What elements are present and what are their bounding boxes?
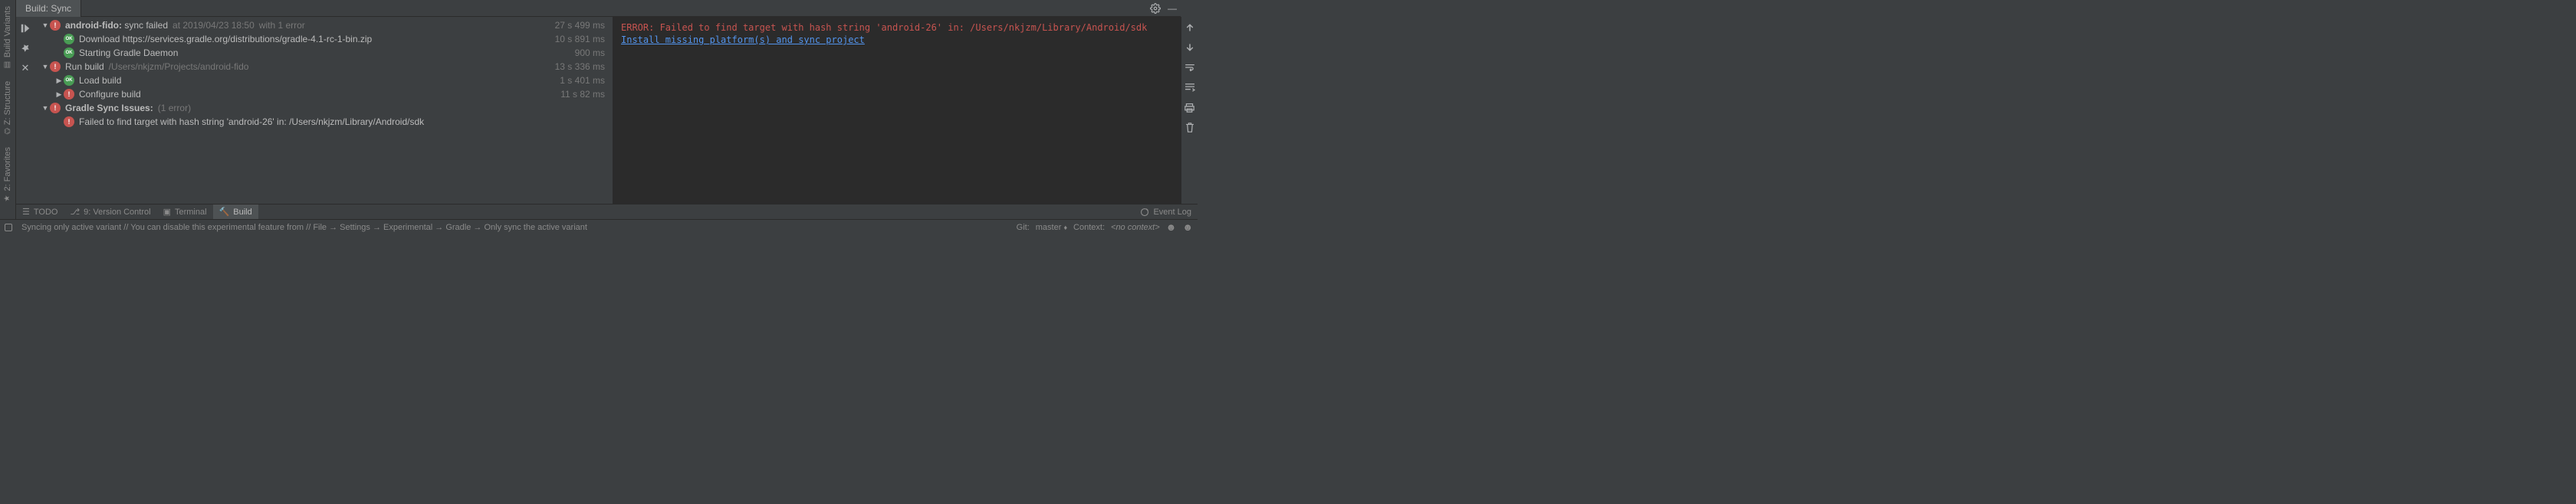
tab-label: Build: [233, 208, 251, 217]
build-variants-icon: ▤: [4, 61, 12, 69]
chevron-right-icon[interactable]: ▶: [54, 77, 64, 85]
ide-face-icon[interactable]: ☻: [1166, 221, 1177, 233]
tree-row[interactable]: ▼! Run build/Users/nkjzm/Projects/android…: [34, 60, 613, 74]
error-icon: !: [64, 116, 74, 127]
bottom-tab-build[interactable]: 🔨Build: [213, 205, 258, 220]
tree-label: Failed to find target with hash string '…: [79, 116, 424, 127]
bottom-tab-terminal[interactable]: ▣ Terminal: [157, 205, 213, 220]
lock-icon[interactable]: [5, 224, 12, 231]
tree-row[interactable]: OK Starting Gradle Daemon 900 ms: [34, 46, 613, 60]
context-value[interactable]: <no context>: [1111, 223, 1160, 232]
tree-label: Configure build: [79, 89, 141, 100]
pin-icon[interactable]: [18, 41, 32, 55]
tree-row[interactable]: ▶OK Load build 1 s 401 ms: [34, 74, 613, 87]
console-toolbar: [1181, 17, 1198, 204]
tree-label: Gradle Sync Issues:: [65, 103, 153, 113]
tree-row[interactable]: ! Failed to find target with hash string …: [34, 115, 613, 129]
tree-label: Starting Gradle Daemon: [79, 47, 178, 58]
build-console: ERROR: Failed to find target with hash s…: [613, 17, 1181, 204]
tab-label: TODO: [34, 208, 58, 217]
scroll-down-icon[interactable]: [1184, 41, 1196, 54]
tree-label: Download https://services.gradle.org/dis…: [79, 34, 372, 44]
event-log-icon: [1140, 208, 1149, 217]
success-icon: OK: [64, 47, 74, 58]
tab-icon: ⎇: [70, 207, 80, 217]
scroll-to-end-icon[interactable]: [1184, 81, 1196, 93]
tree-duration: 11 s 82 ms: [560, 89, 605, 100]
sidebar-tab-structure[interactable]: ⌬Z: Structure: [2, 75, 14, 141]
tree-sub: at 2019/04/23 18:50: [172, 20, 255, 31]
event-log-tab[interactable]: Event Log: [1134, 205, 1198, 220]
tree-sub: with 1 error: [259, 20, 305, 31]
bottom-tabs: ☰TODO⎇9: Version Control▣Terminal🔨Build …: [16, 204, 1198, 219]
tree-row[interactable]: ▼! android-fido: sync failed at 2019/04/23…: [34, 18, 613, 32]
tree-duration: 13 s 336 ms: [555, 61, 605, 72]
console-error-line: ERROR: Failed to find target with hash s…: [621, 21, 1173, 34]
minimize-icon[interactable]: —: [1164, 3, 1181, 14]
tree-row[interactable]: ▶! Configure build 11 s 82 ms: [34, 87, 613, 101]
tree-label: Run build: [65, 61, 104, 72]
success-icon: OK: [64, 75, 74, 86]
error-icon: !: [50, 103, 61, 113]
structure-icon: ⌬: [5, 127, 12, 136]
status-message: Syncing only active variant // You can d…: [21, 223, 587, 232]
tree-duration: 1 s 401 ms: [560, 75, 605, 86]
git-branch[interactable]: master ♦: [1036, 223, 1067, 232]
sidebar-tab-build-variants[interactable]: ▤Build Variants: [2, 0, 14, 75]
print-icon[interactable]: [1184, 101, 1196, 113]
error-icon: !: [64, 89, 74, 100]
memory-face-icon[interactable]: ☻: [1182, 221, 1193, 233]
tree-duration: 900 ms: [575, 47, 605, 58]
success-icon: OK: [64, 34, 74, 44]
status-bar: Syncing only active variant // You can d…: [0, 219, 1198, 234]
tab-icon: ▣: [163, 207, 171, 217]
panel-tabbar: Build: Sync —: [16, 0, 1181, 17]
chevron-down-icon[interactable]: ▼: [41, 63, 50, 70]
tab-label: Terminal: [175, 208, 207, 217]
chevron-right-icon[interactable]: ▶: [54, 90, 64, 99]
scroll-up-icon[interactable]: [1184, 21, 1196, 34]
soft-wrap-icon[interactable]: [1184, 61, 1196, 74]
error-icon: !: [50, 61, 61, 72]
context-label: Context:: [1073, 223, 1105, 232]
chevron-down-icon[interactable]: ▼: [41, 104, 50, 112]
tab-build-sync[interactable]: Build: Sync: [16, 0, 81, 17]
tab-icon: ☰: [22, 207, 30, 217]
build-tree: ▼! android-fido: sync failed at 2019/04/23…: [34, 17, 613, 204]
tree-sub: /Users/nkjzm/Projects/android-fido: [109, 61, 249, 72]
trash-icon[interactable]: [1184, 121, 1196, 133]
favorites-icon: ★: [4, 195, 12, 203]
tab-label: 9: Version Control: [84, 208, 150, 217]
bottom-tab-todo[interactable]: ☰ TODO: [16, 205, 64, 220]
close-icon[interactable]: ✕: [18, 61, 32, 75]
tree-row[interactable]: OK Download https://services.gradle.org/d…: [34, 32, 613, 46]
error-icon: !: [50, 20, 61, 31]
tree-duration: 10 s 891 ms: [555, 34, 605, 44]
build-content: ▼! android-fido: sync failed at 2019/04/23…: [34, 17, 1181, 204]
rerun-icon[interactable]: [18, 21, 32, 35]
settings-icon[interactable]: [1147, 3, 1164, 14]
left-sidebar: ▤Build Variants ⌬Z: Structure ★2: Favori…: [0, 0, 16, 219]
sidebar-tab-favorites[interactable]: ★2: Favorites: [2, 141, 14, 208]
git-label: Git:: [1017, 223, 1030, 232]
tree-label: Load build: [79, 75, 121, 86]
bottom-tab-9-version-control[interactable]: ⎇ 9: Version Control: [64, 205, 156, 220]
console-install-link[interactable]: Install missing platform(s) and sync pro…: [621, 34, 1173, 46]
chevron-down-icon[interactable]: ▼: [41, 21, 50, 29]
tree-row[interactable]: ▼! Gradle Sync Issues: (1 error): [34, 101, 613, 115]
build-toolbar: ✕: [16, 17, 34, 204]
tab-icon: 🔨: [219, 207, 230, 217]
tree-label: android-fido: sync failed: [65, 20, 168, 31]
tree-sub: (1 error): [158, 103, 191, 113]
tree-duration: 27 s 499 ms: [555, 20, 605, 31]
